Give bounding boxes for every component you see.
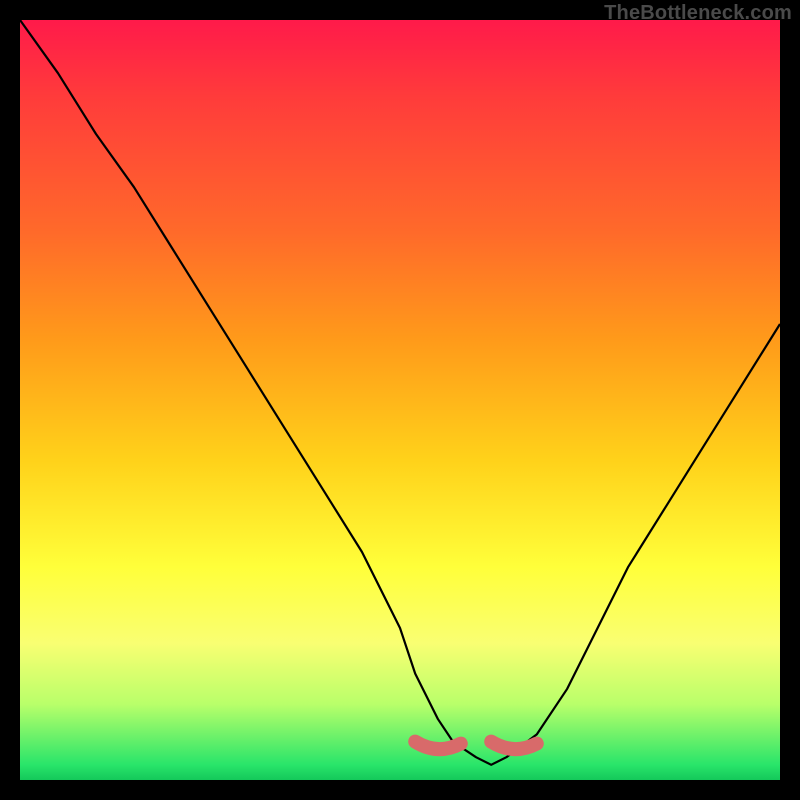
curve-foot-left-marker (415, 742, 461, 750)
curve-layer (20, 20, 780, 780)
curve-foot-right-marker (491, 742, 537, 750)
bottleneck-curve (20, 20, 780, 765)
gradient-plot-area (20, 20, 780, 780)
chart-figure: TheBottleneck.com (0, 0, 800, 800)
